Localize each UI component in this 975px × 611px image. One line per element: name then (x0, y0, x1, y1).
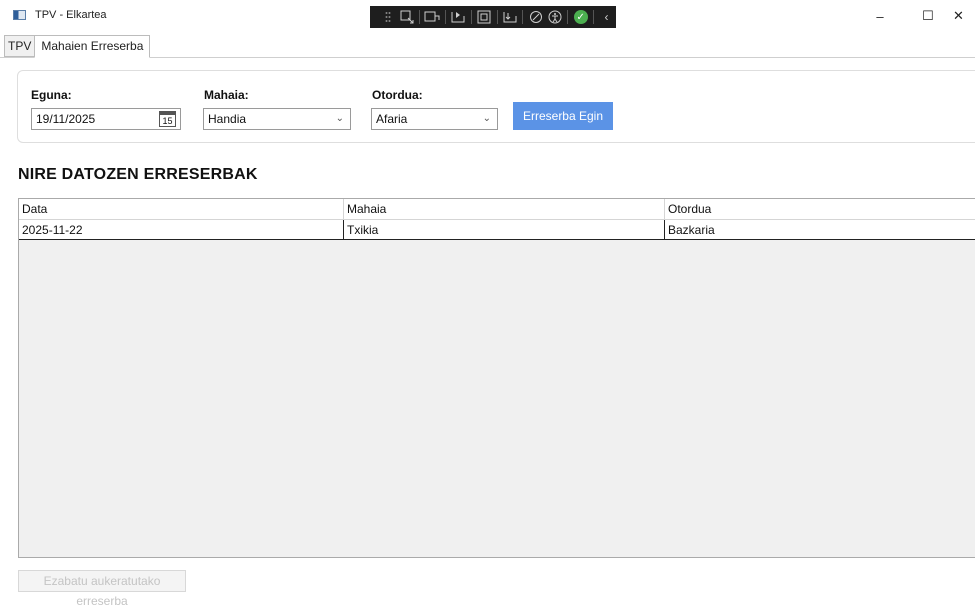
maximize-button[interactable]: ☐ (908, 4, 948, 28)
toolbar-separator (470, 10, 472, 24)
meal-label: Otordua: (372, 88, 423, 102)
display-layout-adorners-icon[interactable] (449, 6, 468, 28)
minimize-button[interactable]: – (860, 4, 900, 28)
make-reservation-button[interactable]: Erreserba Egin (513, 102, 613, 130)
track-focus-icon[interactable] (475, 6, 494, 28)
delete-reservation-button[interactable]: Ezabatu aukeratutako erreserba (18, 570, 186, 608)
grid-header-row: Data Mahaia Otordua (19, 199, 975, 220)
toolbar-separator (419, 10, 420, 24)
cell-otordua[interactable]: Bazkaria (665, 220, 975, 239)
tab-strip: TPV Mahaien Erreserba (4, 35, 151, 58)
title-bar: TPV - Elkartea ✓ ‹ – ☐ ✕ (0, 0, 975, 32)
table-select-value: Handia (208, 112, 247, 126)
collapse-chevron-icon[interactable]: ‹ (597, 6, 616, 28)
meal-select-value: Afaria (376, 112, 408, 126)
table-select[interactable]: Handia ⌄ (203, 108, 351, 130)
date-picker[interactable]: 19/11/2025 15 (31, 108, 181, 130)
toolbar-separator (522, 10, 524, 24)
chevron-down-icon: ⌄ (482, 113, 491, 124)
tab-tpv[interactable]: TPV (4, 35, 36, 57)
toolbar-separator (593, 10, 595, 24)
status-ok-icon[interactable]: ✓ (571, 6, 590, 28)
toolbar-separator (444, 10, 446, 24)
toolbar-separator (567, 10, 569, 24)
table-row[interactable]: 2025-11-22 Txikia Bazkaria (19, 220, 975, 240)
toolbar-separator (496, 10, 498, 24)
column-header-otordua[interactable]: Otordua (665, 199, 975, 219)
hot-reload-icon[interactable] (526, 6, 545, 28)
close-button[interactable]: ✕ (953, 4, 975, 28)
reservation-form-panel (17, 70, 975, 143)
date-label: Eguna: (31, 88, 72, 102)
column-header-mahaia[interactable]: Mahaia (344, 199, 664, 219)
calendar-icon[interactable]: 15 (159, 111, 176, 127)
select-element-icon[interactable] (423, 6, 442, 28)
cell-mahaia[interactable]: Txikia (344, 220, 664, 239)
date-value: 19/11/2025 (36, 112, 96, 126)
column-header-data[interactable]: Data (19, 199, 343, 219)
meal-select[interactable]: Afaria ⌄ (371, 108, 498, 130)
wpf-debug-toolbar: ✓ ‹ (370, 6, 616, 28)
grip-icon[interactable] (378, 6, 397, 28)
window-title: TPV - Elkartea (35, 9, 107, 21)
app-window-icon (13, 10, 26, 20)
accessibility-icon[interactable] (545, 6, 564, 28)
preview-selection-icon[interactable] (500, 6, 519, 28)
upcoming-reservations-title: NIRE DATOZEN ERRESERBAK (18, 166, 258, 183)
cell-data[interactable]: 2025-11-22 (19, 220, 343, 239)
tab-mahaien-erreserba[interactable]: Mahaien Erreserba (34, 35, 151, 58)
reservations-grid[interactable]: Data Mahaia Otordua 2025-11-22 Txikia Ba… (18, 198, 975, 558)
table-label: Mahaia: (204, 88, 249, 102)
chevron-down-icon: ⌄ (335, 113, 344, 124)
live-visual-tree-icon[interactable] (397, 6, 416, 28)
